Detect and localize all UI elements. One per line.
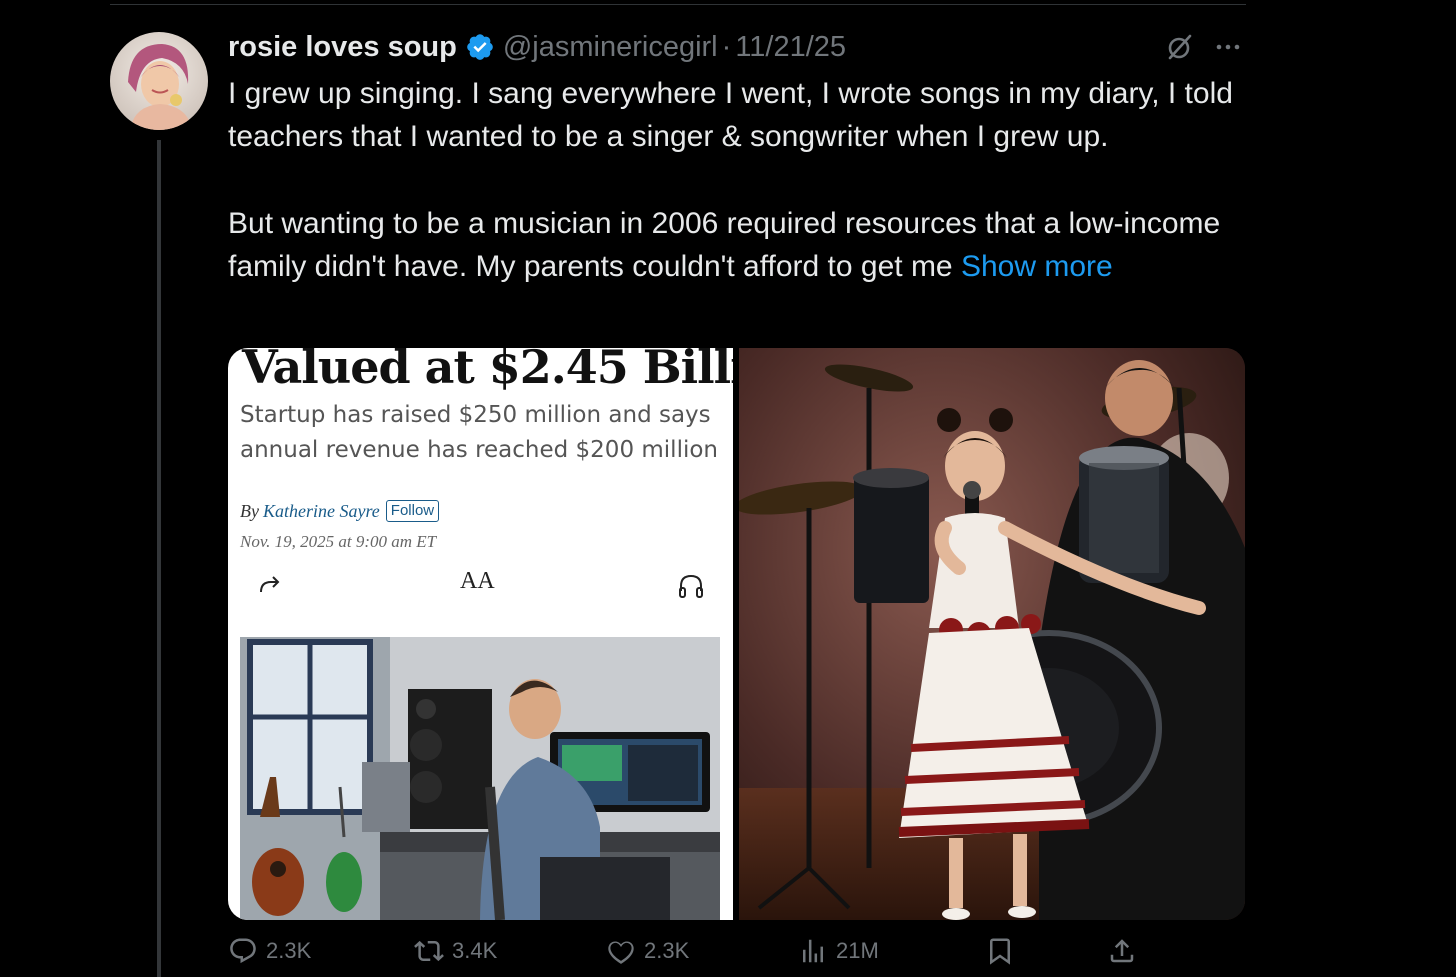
tweet-actions: 2.3K 3.4K 2.3K 21M xyxy=(228,936,1245,977)
views-chart-icon xyxy=(803,939,823,963)
repost-button[interactable]: 3.4K xyxy=(414,936,497,966)
tweet-header: rosie loves soup @jasminericegirl · 11/2… xyxy=(228,28,846,66)
article-byline: By Katherine Sayre Follow xyxy=(240,500,440,522)
like-count: 2.3K xyxy=(644,938,690,963)
byline-prefix: By xyxy=(240,500,259,521)
media-grid: Valued at $2.45 Billion Startup has rais… xyxy=(228,348,1245,920)
reply-count: 2.3K xyxy=(266,938,312,963)
share-icon xyxy=(1110,939,1134,963)
tweet-paragraph-1: I grew up singing. I sang everywhere I w… xyxy=(228,77,1233,154)
views-button[interactable]: 21M xyxy=(798,936,879,966)
repost-count: 3.4K xyxy=(452,938,498,963)
article-author: Katherine Sayre xyxy=(262,500,380,521)
top-divider xyxy=(110,4,1246,5)
article-photo xyxy=(240,637,720,920)
share-arrow-icon xyxy=(255,570,285,600)
views-count: 21M xyxy=(836,938,879,963)
display-name[interactable]: rosie loves soup xyxy=(228,31,457,64)
repost-icon xyxy=(414,940,444,962)
article-date: Nov. 19, 2025 at 9:00 am ET xyxy=(240,532,437,551)
childhood-photo[interactable] xyxy=(739,348,1245,920)
share-button[interactable] xyxy=(1107,936,1145,966)
like-button[interactable]: 2.3K xyxy=(606,936,689,966)
avatar[interactable] xyxy=(110,32,208,130)
article-headline: Valued at $2.45 Billion xyxy=(242,348,733,394)
bookmark-icon xyxy=(990,938,1010,965)
user-handle[interactable]: @jasminericegirl xyxy=(503,31,718,64)
grok-icon[interactable] xyxy=(1164,31,1196,63)
bookmark-button[interactable] xyxy=(985,936,1023,966)
tweet-paragraph-2: But wanting to be a musician in 2006 req… xyxy=(228,202,1238,289)
verified-badge-icon xyxy=(465,32,495,62)
more-options-icon[interactable] xyxy=(1212,31,1244,63)
headphones-icon xyxy=(676,571,706,601)
thread-line xyxy=(157,140,161,977)
tweet-date[interactable]: 11/21/25 xyxy=(735,31,846,64)
separator-dot: · xyxy=(721,30,732,63)
article-dek: Startup has raised $250 million and says… xyxy=(240,402,719,463)
show-more-link[interactable]: Show more xyxy=(961,250,1113,283)
text-size-icon: AA xyxy=(460,568,495,594)
heart-icon xyxy=(608,941,634,964)
article-follow-button: Follow xyxy=(385,500,440,522)
reply-button[interactable]: 2.3K xyxy=(228,936,311,966)
reply-icon xyxy=(230,938,256,964)
article-screenshot[interactable]: Valued at $2.45 Billion Startup has rais… xyxy=(228,348,733,920)
tweet-text: I grew up singing. I sang everywhere I w… xyxy=(228,72,1238,288)
